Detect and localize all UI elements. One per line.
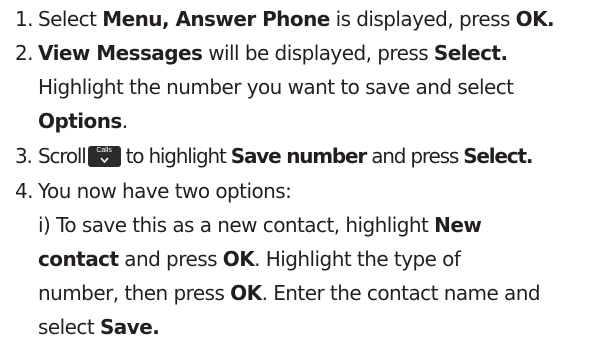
step-3-line-1: Scroll Calls to highlight Save number and … xyxy=(38,144,534,168)
step-4-line-2: i) To save this as a new contact, highli… xyxy=(38,213,482,237)
calls-scroll-down-key-icon: Calls xyxy=(87,146,121,167)
step-2-line-3: Options. xyxy=(38,109,128,133)
step-4-line-5: select Save. xyxy=(38,315,160,339)
step-4-line-4: number, then press OK. Enter the contact… xyxy=(38,281,541,305)
chevron-down-icon xyxy=(100,157,109,164)
step-1-number: 1. xyxy=(15,7,34,31)
step-1-line-1: Select Menu, Answer Phone is displayed, … xyxy=(38,7,555,31)
step-2-line-1: View Messages will be displayed, press S… xyxy=(38,41,508,65)
step-2-number: 2. xyxy=(15,41,34,65)
instruction-steps: 1. Select Menu, Answer Phone is displaye… xyxy=(0,0,589,349)
step-3-number: 3. xyxy=(15,144,33,168)
step-4-line-1: You now have two options: xyxy=(38,179,292,203)
calls-key-label: Calls xyxy=(96,147,112,154)
step-4-number: 4. xyxy=(15,179,34,203)
step-2-line-2: Highlight the number you want to save an… xyxy=(38,75,514,99)
step-4-line-3: contact and press OK. Highlight the type… xyxy=(38,247,461,271)
